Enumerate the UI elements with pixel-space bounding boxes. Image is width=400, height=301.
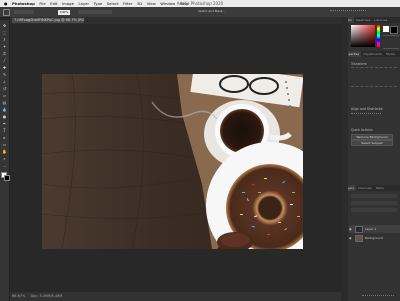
hue-slider[interactable] [377, 25, 380, 47]
blur-tool-icon[interactable]: 💧 [2, 108, 7, 112]
fg-color-chip[interactable] [383, 26, 389, 32]
menu-type[interactable]: Type [94, 1, 103, 6]
menu-image[interactable]: Image [62, 1, 74, 6]
menu-layer[interactable]: Layer [78, 1, 89, 6]
move-tool-icon[interactable]: ✥ [2, 24, 7, 28]
layer-filter-row[interactable] [351, 194, 397, 198]
document-tab[interactable]: 7-hflFsqg0hbVF6lKPAC.jpg @ 66.7% (RGB/8) [12, 18, 84, 23]
color-panel-tabs: Color Swatches Libraries [342, 17, 400, 23]
blend-mode-row[interactable] [351, 201, 397, 205]
transform-section: Transform [351, 62, 367, 66]
status-bar: 66.67% Doc: 5.49M/5.49M [10, 292, 343, 301]
status-zoom[interactable]: 66.67% [12, 294, 25, 298]
properties-panel-tabs: Properties Adjustments Styles [342, 51, 400, 57]
menu-view[interactable]: View [147, 1, 156, 6]
panel-dock: Color Swatches Libraries Properties Adju… [341, 17, 400, 301]
tab-styles[interactable]: Styles [384, 51, 397, 57]
transform-fields[interactable] [351, 67, 397, 87]
menu-filter[interactable]: Filter [123, 1, 132, 6]
layer-row[interactable]: ◉ Layer 1 [349, 225, 400, 233]
menu-3d[interactable]: 3D [137, 1, 142, 6]
eyedropper-tool-icon[interactable]: ⁄ [2, 59, 7, 63]
eye-icon[interactable]: ◉ [349, 236, 353, 240]
options-tool-icon[interactable] [3, 9, 10, 16]
layer-name[interactable]: Background [365, 236, 383, 240]
apple-icon[interactable]: ● [4, 1, 8, 6]
menu-app[interactable]: Photoshop [12, 1, 35, 6]
healing-tool-icon[interactable]: ✚ [2, 66, 7, 70]
layers-panel-tabs: Layers Channels Paths [342, 185, 400, 191]
select-subject-button[interactable]: Select Subject [351, 140, 393, 146]
options-field-1[interactable] [14, 10, 34, 14]
color-panel-fields [383, 35, 399, 49]
color-picker-field[interactable] [351, 25, 375, 47]
more-tools-icon[interactable]: … [2, 164, 7, 168]
toolbox: ✥ ⬚ ℓ ✦ ⌗ ⁄ ✚ ✎ ⊥ ↺ ▱ ▤ 💧 ● ✒ T ▸ ▭ ✋ ⌕ … [0, 20, 10, 301]
document-image[interactable] [42, 74, 303, 249]
select-and-mask-button[interactable]: Select and Mask... [198, 9, 228, 14]
gradient-tool-icon[interactable]: ▤ [2, 101, 7, 105]
menu-select[interactable]: Select [107, 1, 119, 6]
layer-row[interactable]: ◉ Background [349, 234, 400, 242]
options-field-2[interactable] [78, 10, 112, 14]
layer-thumbnail [355, 225, 363, 233]
layer-name[interactable]: Layer 1 [365, 227, 376, 231]
layers-footer-icons[interactable] [362, 295, 394, 299]
lock-row[interactable] [351, 208, 397, 212]
path-selection-tool-icon[interactable]: ▸ [2, 136, 7, 140]
align-distribute-section: Align and Distribute [351, 107, 383, 111]
menu-file[interactable]: File [39, 1, 45, 6]
options-icons-right [330, 10, 366, 15]
tab-libraries[interactable]: Libraries [372, 17, 389, 23]
eye-icon[interactable]: ◉ [349, 227, 353, 231]
dodge-tool-icon[interactable]: ● [2, 115, 7, 119]
layer-thumbnail [355, 234, 363, 242]
tab-paths[interactable]: Paths [374, 185, 386, 191]
bg-color-chip[interactable] [390, 26, 398, 34]
menu-edit[interactable]: Edit [50, 1, 57, 6]
panel-icon-strip [341, 17, 348, 301]
background-color-swatch[interactable] [3, 174, 10, 181]
pen-tool-icon[interactable]: ✒ [2, 122, 7, 126]
magic-wand-tool-icon[interactable]: ✦ [2, 45, 7, 49]
zoom-field[interactable]: 100% [58, 9, 70, 15]
marquee-tool-icon[interactable]: ⬚ [2, 31, 7, 35]
status-info[interactable]: Doc: 5.49M/5.49M [30, 294, 62, 298]
tab-adjustments[interactable]: Adjustments [361, 51, 384, 57]
eraser-tool-icon[interactable]: ▱ [2, 94, 7, 98]
coffee-donut-photo [42, 74, 303, 249]
window-title: Adobe Photoshop 2020 [176, 1, 224, 6]
brush-tool-icon[interactable]: ✎ [2, 73, 7, 77]
quick-actions-section: Quick Actions [351, 128, 373, 132]
shape-tool-icon[interactable]: ▭ [2, 143, 7, 147]
tab-channels[interactable]: Channels [356, 185, 374, 191]
stamp-tool-icon[interactable]: ⊥ [2, 80, 7, 84]
align-buttons[interactable] [351, 113, 381, 118]
hand-tool-icon[interactable]: ✋ [2, 150, 7, 154]
history-brush-tool-icon[interactable]: ↺ [2, 87, 7, 91]
tab-swatches[interactable]: Swatches [354, 17, 372, 23]
type-tool-icon[interactable]: T [2, 129, 7, 133]
crop-tool-icon[interactable]: ⌗ [2, 52, 7, 56]
lasso-tool-icon[interactable]: ℓ [2, 38, 7, 42]
zoom-tool-icon[interactable]: ⌕ [2, 157, 7, 161]
